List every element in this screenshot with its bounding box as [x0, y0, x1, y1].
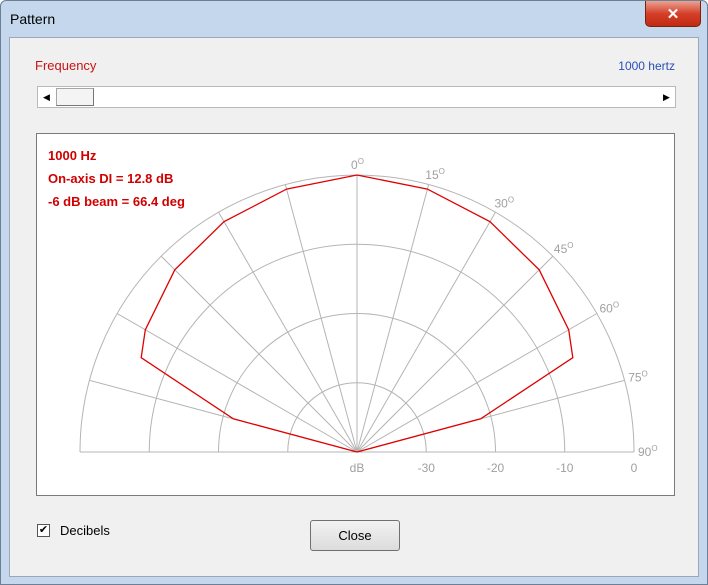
beamwidth-info: -6 dB beam = 66.4 deg: [48, 194, 185, 209]
angle-label-60: 60O: [600, 301, 620, 316]
db-axis-label: -10: [556, 461, 574, 475]
frequency-value: 1000 hertz: [618, 59, 675, 73]
polar-plot: 0O 15O 30O 45O 60O 75O 90O dB -30 -20 -10 0: [79, 157, 658, 475]
angle-label-30: 30O: [495, 196, 515, 211]
db-axis-label: 0: [631, 461, 638, 475]
frequency-slider[interactable]: ◀ ▶: [37, 86, 676, 108]
grid-spoke: [284, 184, 358, 453]
scroll-left-arrow-icon[interactable]: ◀: [38, 87, 55, 107]
angle-label-0: 0O: [351, 157, 364, 172]
grid-spoke: [356, 255, 554, 453]
pattern-window: Pattern ✕ Frequency 1000 hertz ◀ ▶ 0O 15O…: [0, 0, 708, 585]
decibels-checkbox[interactable]: ✔: [37, 524, 50, 537]
directivity-info: On-axis DI = 12.8 dB: [48, 171, 174, 186]
frequency-label: Frequency: [35, 58, 97, 73]
angle-label-15: 15O: [425, 167, 445, 182]
angle-label-45: 45O: [554, 241, 574, 256]
decibels-label[interactable]: Decibels: [60, 523, 110, 538]
dialog-client-area: Frequency 1000 hertz ◀ ▶ 0O 15O 30O 45O 60O 7…: [9, 37, 699, 577]
scroll-right-arrow-icon[interactable]: ▶: [658, 87, 675, 107]
grid-spoke: [116, 313, 358, 453]
grid-spoke: [356, 313, 598, 453]
close-button[interactable]: Close: [310, 520, 400, 551]
angle-label-75: 75O: [628, 370, 648, 385]
polar-plot-panel: 0O 15O 30O 45O 60O 75O 90O dB -30 -20 -10 0 1000 Hz…: [36, 133, 675, 496]
window-close-icon[interactable]: ✕: [645, 1, 701, 27]
grid-spoke: [356, 211, 496, 453]
grid-spoke: [160, 255, 358, 453]
title-bar[interactable]: Pattern ✕: [1, 1, 707, 37]
grid-spoke: [218, 211, 358, 453]
window-title: Pattern: [10, 11, 56, 27]
grid-spoke: [356, 184, 430, 453]
frequency-info: 1000 Hz: [48, 148, 97, 163]
angle-label-90: 90O: [638, 444, 658, 459]
db-axis-label: -30: [418, 461, 436, 475]
slider-thumb[interactable]: [56, 88, 94, 106]
db-axis-label: -20: [487, 461, 505, 475]
db-axis-label: dB: [350, 461, 365, 475]
